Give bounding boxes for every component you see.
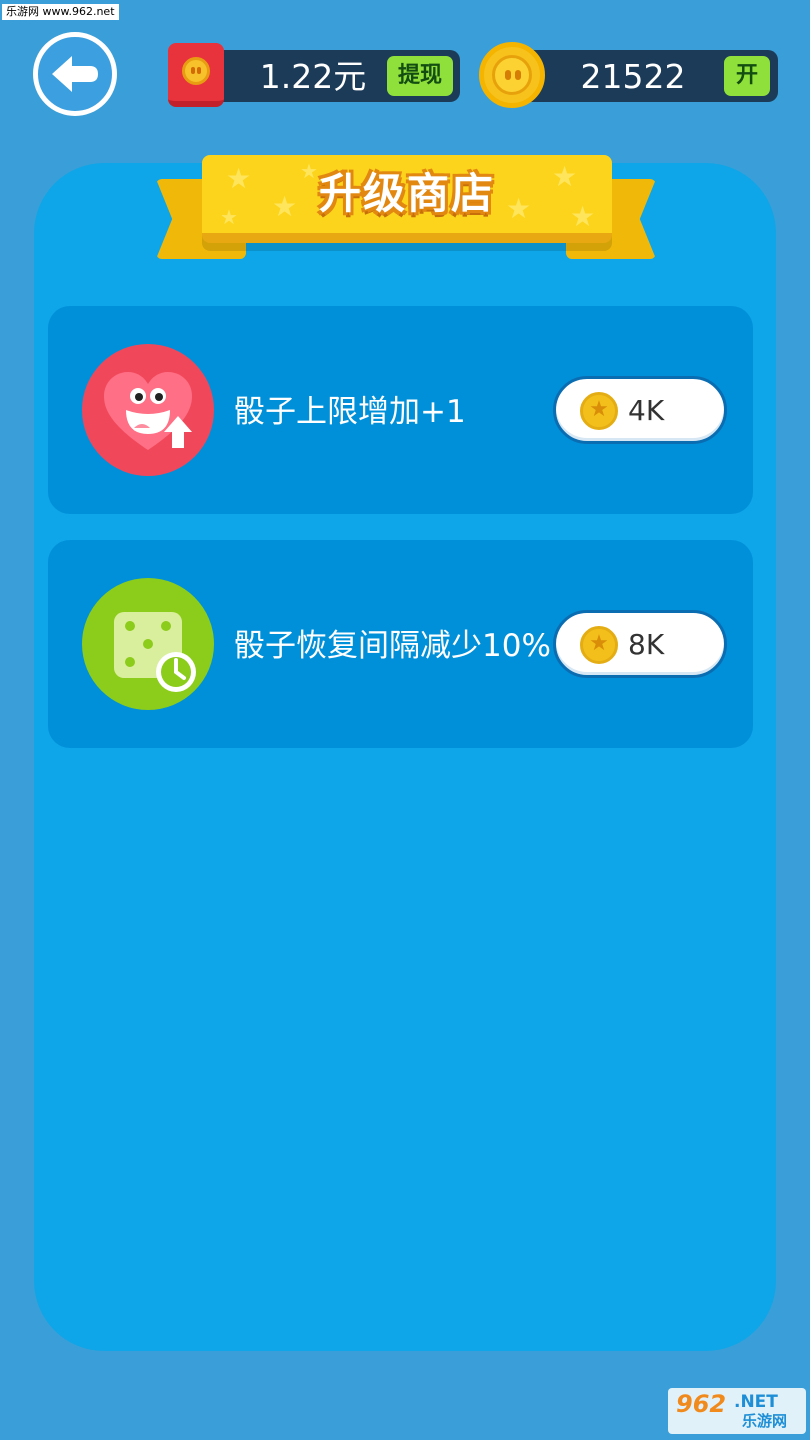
shop-item-title: 骰子上限增加+1: [234, 394, 466, 430]
shop-item-card: 骰子恢复间隔减少10% ★ 8K: [48, 540, 753, 748]
coin-icon: ★: [580, 392, 618, 430]
red-envelope-icon: [168, 43, 224, 107]
dice-clock-icon: [82, 578, 214, 710]
watermark-domain: .NET: [734, 1392, 778, 1412]
watermark-number: 962: [676, 1390, 727, 1418]
coin-icon: [479, 42, 545, 108]
coin-balance-value: 21522: [580, 57, 686, 96]
watermark-name: 乐游网: [742, 1412, 788, 1430]
shop-item-card: 骰子上限增加+1 ★ 4K: [48, 306, 753, 514]
back-button[interactable]: [33, 32, 117, 116]
watermark-label: 乐游网 www.962.net: [2, 4, 119, 20]
open-button[interactable]: 开: [724, 56, 770, 96]
site-watermark: 962 .NET 乐游网: [668, 1388, 806, 1434]
buy-button[interactable]: ★ 4K: [553, 376, 727, 444]
withdraw-button[interactable]: 提现: [387, 56, 453, 96]
heart-upgrade-icon: [82, 344, 214, 476]
shop-title: 升级商店: [318, 169, 495, 218]
price-label: 4K: [628, 394, 665, 427]
arrow-left-icon: [52, 56, 98, 92]
cash-balance-value: 1.22元: [259, 57, 367, 96]
buy-button[interactable]: ★ 8K: [553, 610, 727, 678]
shop-item-title: 骰子恢复间隔减少10%: [234, 628, 551, 664]
coin-icon: ★: [580, 626, 618, 664]
price-label: 8K: [628, 628, 665, 661]
